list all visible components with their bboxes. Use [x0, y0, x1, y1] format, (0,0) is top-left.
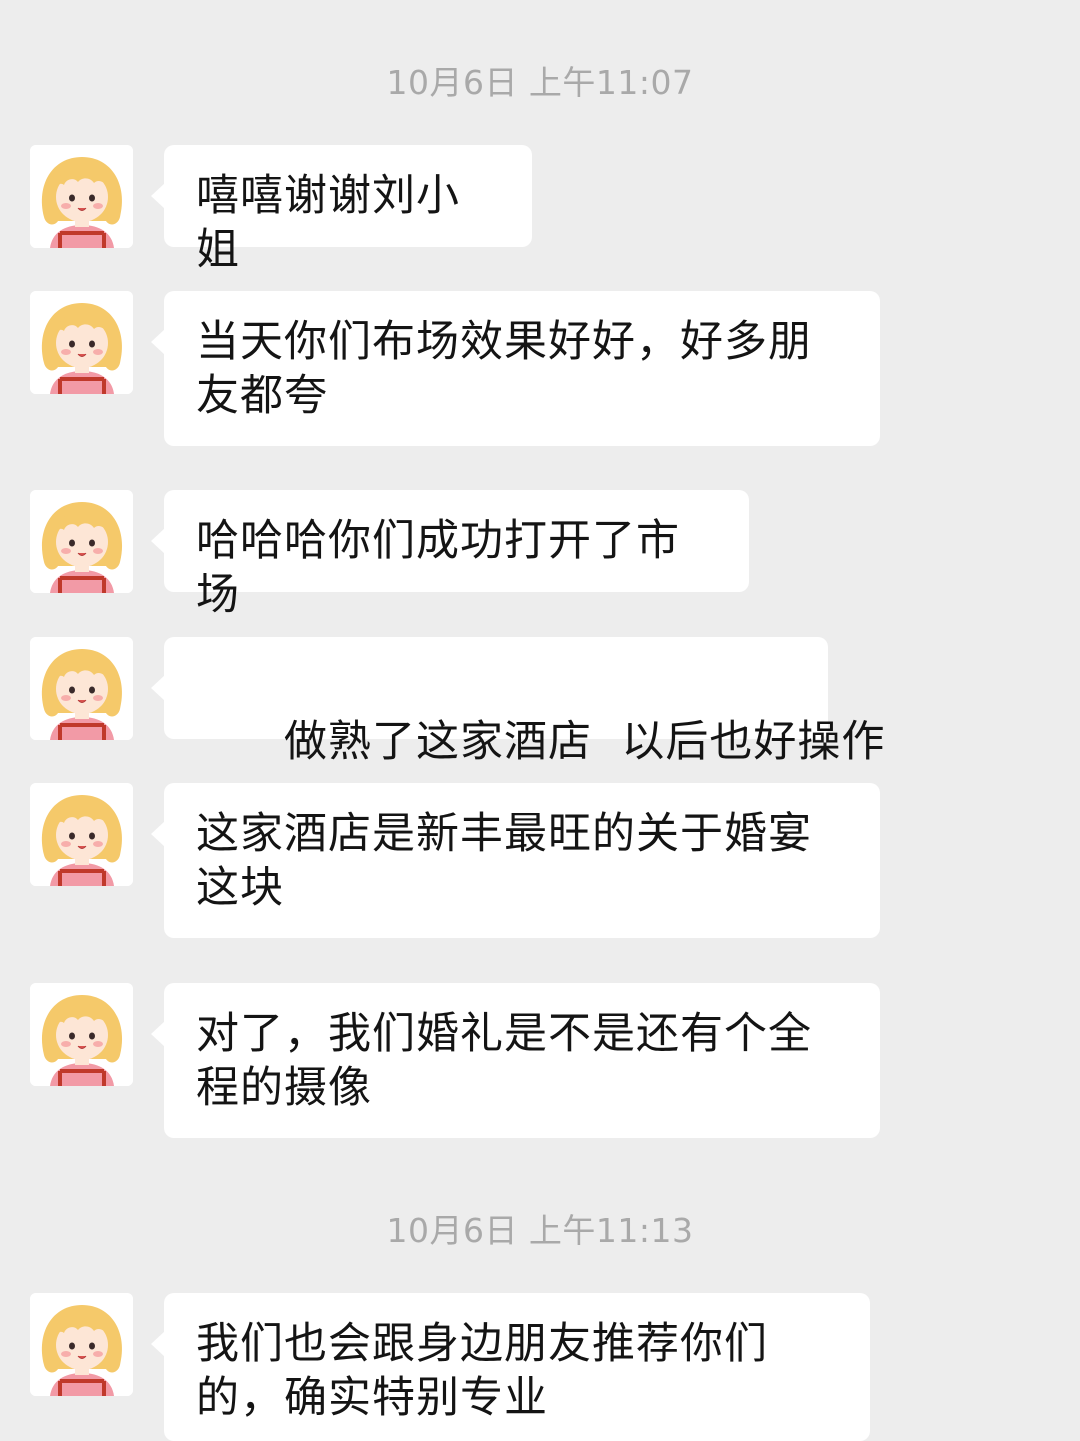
girl-avatar-icon: [30, 983, 133, 1086]
message-bubble[interactable]: 做熟了这家酒店 以后也好操作: [151, 637, 884, 767]
message-bubble[interactable]: 对了，我们婚礼是不是还有个全程的摄像: [151, 983, 880, 1138]
timestamp: 10月6日 上午11:07: [386, 63, 694, 102]
girl-avatar-icon: [30, 1293, 133, 1396]
message-bubble[interactable]: 这家酒店是新丰最旺的关于婚宴这块: [151, 783, 880, 938]
girl-avatar-icon: [30, 291, 133, 394]
message-text: 这家酒店是新丰最旺的关于婚宴这块: [196, 809, 812, 913]
message-text: 当天你们布场效果好好，好多朋友都夸: [196, 317, 812, 421]
girl-avatar-icon: [30, 145, 133, 248]
avatar[interactable]: [30, 1293, 133, 1396]
timestamp: 10月6日 上午11:13: [386, 1211, 694, 1250]
message-bubble[interactable]: 当天你们布场效果好好，好多朋友都夸: [151, 291, 880, 446]
chat-area: 10月6日 上午11:07 嘻嘻谢谢刘小姐 当天你们布场效果好好，好多朋友都夸 …: [0, 0, 1080, 1441]
avatar[interactable]: [30, 291, 133, 394]
avatar[interactable]: [30, 490, 133, 593]
message-text: 嘻嘻谢谢刘小姐: [196, 171, 460, 275]
girl-avatar-icon: [30, 490, 133, 593]
girl-avatar-icon: [30, 637, 133, 740]
message-bubble[interactable]: 哈哈哈你们成功打开了市场: [151, 490, 749, 620]
message-text: 对了，我们婚礼是不是还有个全程的摄像: [196, 1009, 812, 1113]
girl-avatar-icon: [30, 783, 133, 886]
message-bubble[interactable]: 嘻嘻谢谢刘小姐: [151, 145, 532, 275]
avatar[interactable]: [30, 145, 133, 248]
message-text: 做熟了这家酒店 以后也好操作: [284, 717, 886, 767]
message-bubble[interactable]: 我们也会跟身边朋友推荐你们的，确实特别专业: [151, 1293, 870, 1441]
avatar[interactable]: [30, 983, 133, 1086]
message-text: 我们也会跟身边朋友推荐你们的，确实特别专业: [196, 1319, 768, 1423]
avatar[interactable]: [30, 783, 133, 886]
avatar[interactable]: [30, 637, 133, 740]
message-text: 哈哈哈你们成功打开了市场: [196, 516, 680, 620]
